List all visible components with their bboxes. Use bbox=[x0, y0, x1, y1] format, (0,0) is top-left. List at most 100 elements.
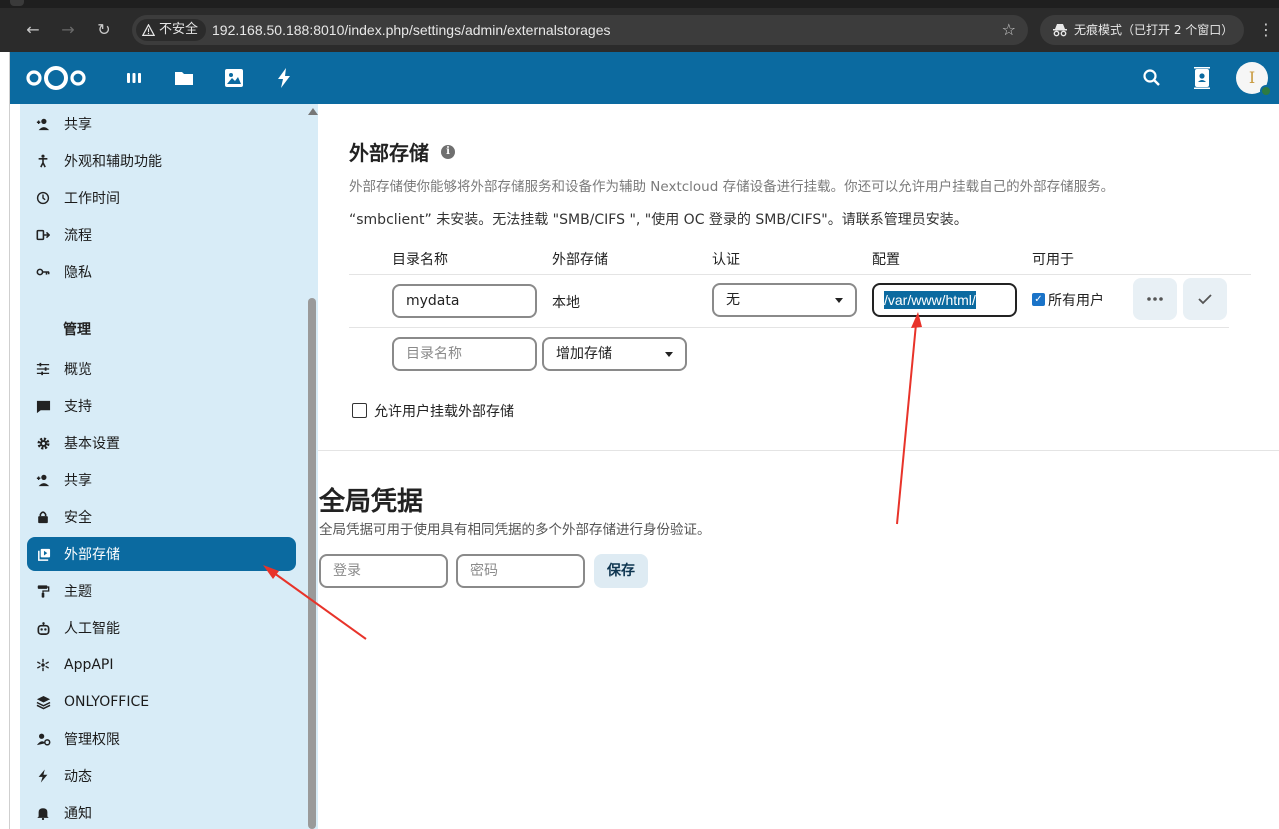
sidebar-item-label: 支持 bbox=[64, 399, 92, 415]
sidebar-item-ai[interactable]: 人工智能 bbox=[27, 611, 296, 645]
sidebar-item-privacy[interactable]: 隐私 bbox=[27, 255, 296, 289]
sidebar-item-label: 共享 bbox=[64, 117, 92, 133]
sidebar-item-label: 外观和辅助功能 bbox=[64, 154, 162, 170]
global-credentials-description: 全局凭据可用于使用具有相同凭据的多个外部存储进行身份验证。 bbox=[319, 522, 711, 538]
allow-user-mount-checkbox[interactable] bbox=[352, 403, 367, 418]
incognito-icon bbox=[1053, 24, 1067, 37]
lock-icon bbox=[35, 509, 51, 525]
config-input[interactable]: /var/www/html/ bbox=[872, 283, 1017, 317]
photos-icon[interactable] bbox=[222, 66, 246, 90]
config-value-selected: /var/www/html/ bbox=[884, 291, 976, 309]
column-header-available-for: 可用于 bbox=[1032, 252, 1074, 268]
security-chip[interactable]: 不安全 bbox=[136, 19, 207, 41]
accessibility-icon bbox=[35, 153, 51, 169]
new-folder-name-input[interactable]: 目录名称 bbox=[392, 337, 537, 371]
sidebar-item-onlyoffice[interactable]: ONLYOFFICE bbox=[27, 685, 296, 719]
sidebar-scrollbar[interactable] bbox=[306, 104, 318, 829]
sidebar-item-security[interactable]: 安全 bbox=[27, 500, 296, 534]
row-divider bbox=[349, 327, 1229, 328]
sidebar-item-working-hours[interactable]: 工作时间 bbox=[27, 181, 296, 215]
forward-icon[interactable]: → bbox=[57, 19, 79, 41]
sidebar-item-admin-sharing[interactable]: 共享 bbox=[27, 463, 296, 497]
sidebar-item-admin-delegation[interactable]: 管理权限 bbox=[27, 722, 296, 756]
save-credentials-button[interactable]: 保存 bbox=[594, 554, 648, 588]
column-header-backend: 外部存储 bbox=[552, 252, 608, 268]
contacts-icon[interactable] bbox=[1190, 66, 1214, 90]
add-storage-select[interactable]: 增加存储 bbox=[542, 337, 687, 371]
sidebar-item-appapi[interactable]: AppAPI bbox=[27, 648, 296, 682]
sidebar-item-basic-settings[interactable]: 基本设置 bbox=[27, 426, 296, 460]
paint-roller-icon bbox=[35, 583, 51, 599]
sidebar-item-label: 流程 bbox=[64, 228, 92, 244]
info-icon[interactable]: i bbox=[441, 144, 455, 159]
layers-icon bbox=[35, 694, 51, 710]
bookmark-star-icon[interactable]: ☆ bbox=[1002, 15, 1016, 45]
sidebar-item-external-storage[interactable]: 外部存储 bbox=[27, 537, 296, 571]
sidebar-item-flow[interactable]: 流程 bbox=[27, 218, 296, 252]
save-mount-button[interactable] bbox=[1183, 278, 1227, 320]
column-header-folder: 目录名称 bbox=[392, 252, 448, 268]
sidebar-item-support[interactable]: 支持 bbox=[27, 389, 296, 423]
chevron-down-icon bbox=[665, 352, 673, 357]
external-storage-icon bbox=[35, 546, 51, 562]
sidebar-item-label: ONLYOFFICE bbox=[64, 694, 150, 710]
backend-label: 本地 bbox=[552, 295, 580, 311]
incognito-label: 无痕模式（已打开 2 个窗口） bbox=[1074, 23, 1234, 37]
more-actions-button[interactable] bbox=[1133, 278, 1177, 320]
settings-content: 外部存储 i 外部存储使你能够将外部存储服务和设备作为辅助 Nextcloud … bbox=[318, 104, 1279, 829]
avatar[interactable]: I bbox=[1236, 62, 1272, 97]
nextcloud-header: I bbox=[10, 52, 1279, 104]
appapi-icon bbox=[35, 657, 51, 673]
address-bar[interactable]: 不安全 192.168.50.188:8010/index.php/settin… bbox=[132, 15, 1028, 45]
login-input[interactable]: 登录 bbox=[319, 554, 448, 588]
sidebar-item-personal-sharing[interactable]: 共享 bbox=[27, 107, 296, 141]
browser-tab[interactable] bbox=[10, 0, 24, 6]
back-icon[interactable]: ← bbox=[22, 19, 44, 41]
url-text[interactable]: 192.168.50.188:8010/index.php/settings/a… bbox=[212, 15, 611, 45]
nextcloud-logo[interactable] bbox=[24, 63, 88, 93]
sidebar-item-label: 概览 bbox=[64, 362, 92, 378]
scroll-up-arrow-icon[interactable] bbox=[308, 108, 318, 115]
external-storage-section-title: 外部存储 i bbox=[349, 137, 455, 166]
share-icon bbox=[35, 472, 51, 488]
sidebar-item-label: 工作时间 bbox=[64, 191, 120, 207]
sidebar-item-accessibility[interactable]: 外观和辅助功能 bbox=[27, 144, 296, 178]
security-label: 不安全 bbox=[159, 22, 199, 37]
sidebar-item-label: 管理权限 bbox=[64, 732, 120, 748]
clock-icon bbox=[35, 190, 51, 206]
incognito-indicator[interactable]: 无痕模式（已打开 2 个窗口） bbox=[1040, 15, 1244, 45]
password-input[interactable]: 密码 bbox=[456, 554, 585, 588]
window-edge bbox=[0, 52, 10, 829]
files-icon[interactable] bbox=[172, 66, 196, 90]
browser-menu-icon[interactable]: ⋮ bbox=[1258, 19, 1274, 41]
browser-toolbar: ← → ↻ 不安全 192.168.50.188:8010/index.php/… bbox=[0, 8, 1279, 52]
sidebar-item-label: 动态 bbox=[64, 769, 92, 785]
sidebar-item-notifications[interactable]: 通知 bbox=[27, 796, 296, 829]
sidebar-item-theming[interactable]: 主题 bbox=[27, 574, 296, 608]
allow-user-mount-label: 允许用户挂载外部存储 bbox=[374, 404, 514, 420]
scrollbar-thumb[interactable] bbox=[308, 298, 316, 829]
section-description: 外部存储使你能够将外部存储服务和设备作为辅助 Nextcloud 存储设备进行挂… bbox=[349, 179, 1115, 195]
warning-icon bbox=[142, 23, 155, 36]
column-header-auth: 认证 bbox=[712, 252, 740, 268]
sidebar-item-activity[interactable]: 动态 bbox=[27, 759, 296, 793]
sidebar-item-label: 通知 bbox=[64, 806, 92, 822]
folder-name-input[interactable]: mydata bbox=[392, 284, 537, 318]
smbclient-warning: “smbclient” 未安装。无法挂载 "SMB/CIFS ", "使用 OC… bbox=[349, 212, 968, 228]
sidebar-item-label: 共享 bbox=[64, 473, 92, 489]
add-storage-value: 增加存储 bbox=[556, 346, 612, 362]
sidebar-item-label: AppAPI bbox=[64, 657, 114, 673]
reload-icon[interactable]: ↻ bbox=[93, 19, 115, 41]
available-for-checkbox[interactable]: ✓ bbox=[1032, 293, 1045, 306]
sidebar-item-label: 主题 bbox=[64, 584, 92, 600]
search-icon[interactable] bbox=[1140, 66, 1164, 90]
admin-delegation-icon bbox=[35, 731, 51, 747]
sidebar-item-overview[interactable]: 概览 bbox=[27, 352, 296, 386]
section-divider bbox=[318, 450, 1279, 451]
auth-select[interactable]: 无 bbox=[712, 283, 857, 317]
dashboard-icon[interactable] bbox=[122, 66, 146, 90]
key-icon bbox=[35, 264, 51, 280]
chat-icon bbox=[35, 398, 51, 414]
avatar-letter: I bbox=[1248, 68, 1256, 87]
activity-icon[interactable] bbox=[272, 66, 296, 90]
